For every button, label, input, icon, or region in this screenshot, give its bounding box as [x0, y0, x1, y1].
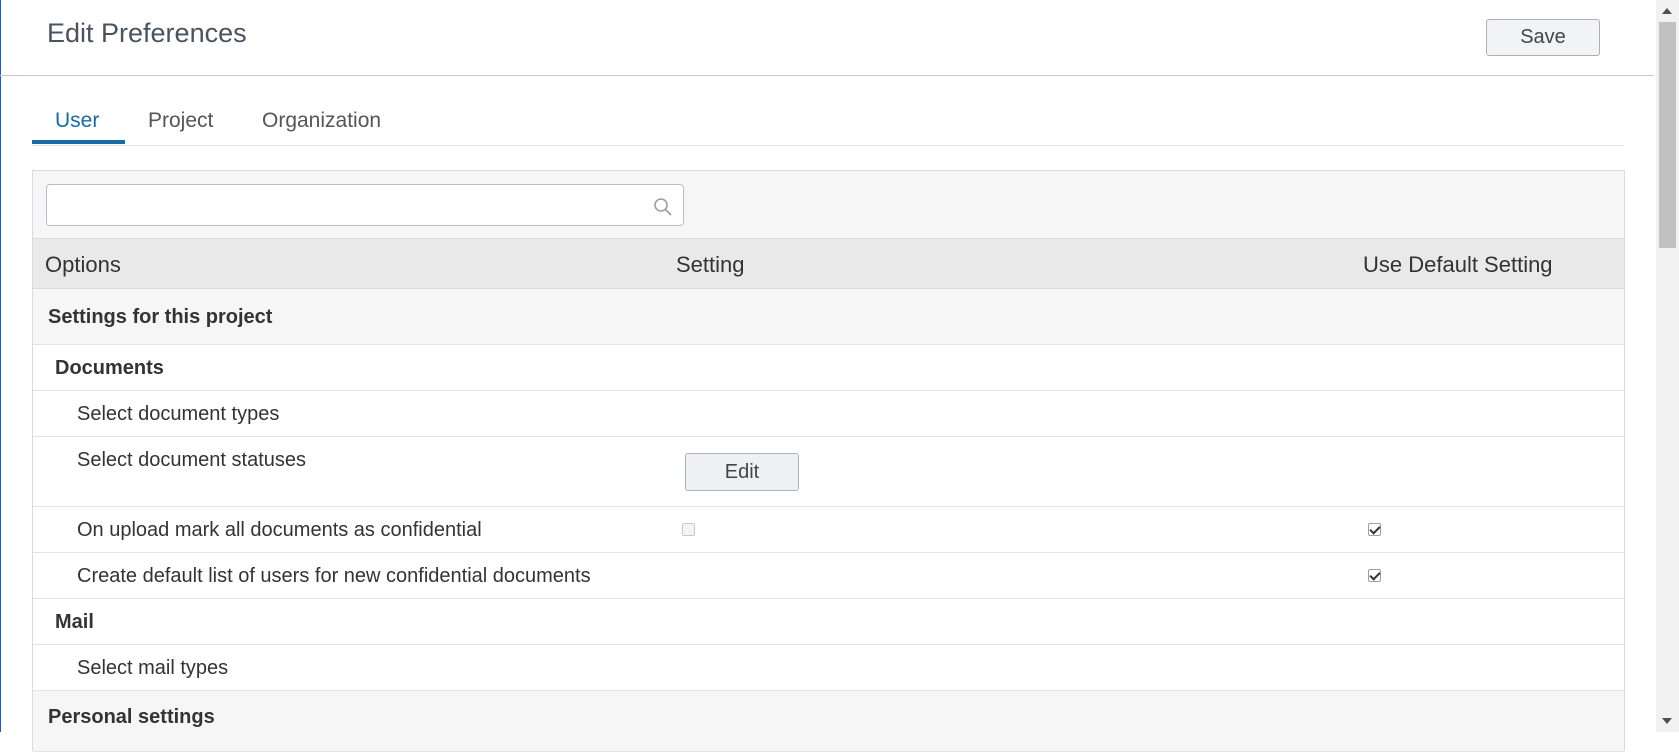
- search-icon[interactable]: [653, 197, 673, 217]
- tab-user[interactable]: User: [55, 109, 99, 133]
- page-title: Edit Preferences: [47, 18, 247, 48]
- use-default-checkbox[interactable]: [1368, 569, 1381, 582]
- option-label: On upload mark all documents as confiden…: [77, 519, 482, 541]
- section-label: Settings for this project: [48, 306, 273, 328]
- tab-project[interactable]: Project: [148, 109, 213, 133]
- option-label: Select document statuses: [77, 449, 307, 471]
- setting-checkbox[interactable]: [682, 523, 695, 536]
- window-left-edge: [0, 0, 1, 732]
- preferences-panel: Options Setting Use Default Setting Sett…: [32, 170, 1625, 752]
- save-button[interactable]: Save: [1486, 19, 1600, 56]
- scrollbar-thumb[interactable]: [1659, 22, 1676, 248]
- group-row: Mail: [33, 599, 1624, 645]
- active-tab-indicator: [32, 140, 125, 144]
- group-label: Mail: [55, 611, 94, 633]
- column-header-setting: Setting: [676, 252, 745, 277]
- table-row: On upload mark all documents as confiden…: [33, 507, 1624, 553]
- scroll-down-arrow-icon[interactable]: [1662, 718, 1672, 724]
- table-row: Select document statuses Edit: [33, 437, 1624, 507]
- search-input[interactable]: [53, 191, 637, 221]
- vertical-scrollbar[interactable]: [1656, 0, 1679, 732]
- tab-bar: User Project Organization: [32, 96, 1624, 146]
- column-header-options: Options: [45, 252, 121, 277]
- table-row: Create default list of users for new con…: [33, 553, 1624, 599]
- option-label: Create default list of users for new con…: [77, 565, 591, 587]
- table-header: Options Setting Use Default Setting: [33, 239, 1624, 289]
- search-box: [46, 184, 684, 226]
- table-row: Select document types: [33, 391, 1624, 437]
- column-header-use-default: Use Default Setting: [1363, 252, 1553, 277]
- dialog-header: Edit Preferences Save: [0, 0, 1654, 76]
- scroll-up-arrow-icon[interactable]: [1662, 8, 1672, 14]
- option-label: Select mail types: [77, 657, 229, 679]
- section-row: Settings for this project: [33, 289, 1624, 345]
- tab-organization[interactable]: Organization: [262, 109, 381, 133]
- table-row: Select mail types: [33, 645, 1624, 691]
- section-row: Personal settings: [33, 691, 1624, 752]
- group-label: Documents: [55, 357, 164, 379]
- section-label: Personal settings: [48, 706, 215, 728]
- search-row: [33, 171, 1624, 239]
- use-default-checkbox[interactable]: [1368, 523, 1381, 536]
- option-label: Select document types: [77, 403, 280, 425]
- edit-button[interactable]: Edit: [685, 453, 799, 491]
- group-row: Documents: [33, 345, 1624, 391]
